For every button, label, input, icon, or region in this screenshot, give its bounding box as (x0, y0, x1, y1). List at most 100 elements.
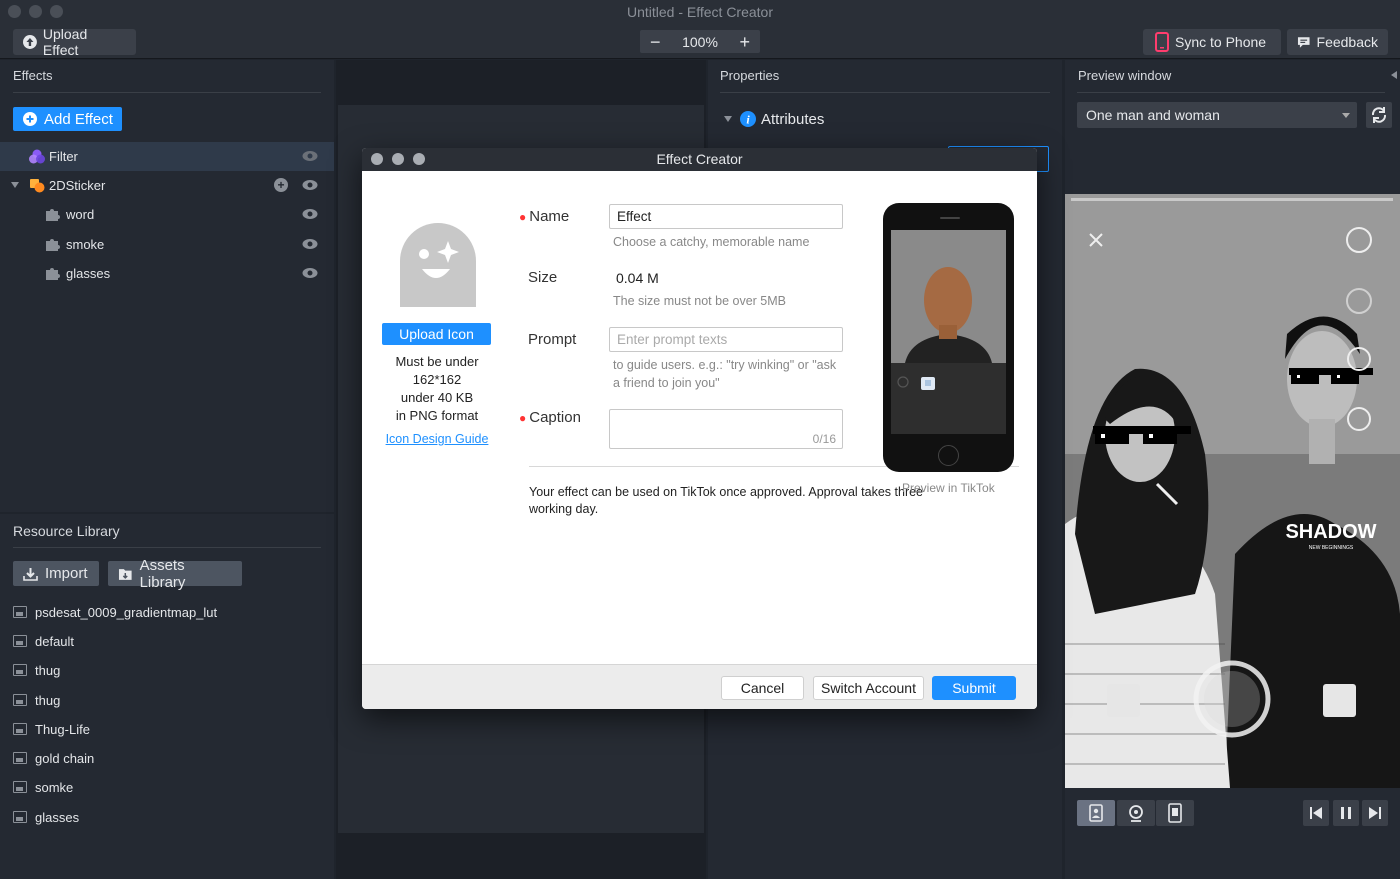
icon-requirement-line: Must be under (395, 354, 479, 369)
effect-item-filter[interactable]: Filter (0, 142, 334, 171)
pause-button[interactable] (1333, 800, 1359, 826)
eye-icon[interactable] (302, 208, 318, 220)
prompt-field[interactable]: Enter prompt texts (609, 327, 843, 352)
previous-frame-button[interactable] (1303, 800, 1329, 826)
resource-item-label: default (35, 633, 75, 649)
camera-mode-button[interactable] (1117, 800, 1155, 826)
approval-note-line: working day. (529, 502, 599, 516)
resource-item[interactable]: somke (13, 777, 73, 797)
dialog-minimize-button[interactable] (392, 153, 404, 165)
preview-model-value: One man and woman (1086, 107, 1220, 123)
refresh-button[interactable] (1366, 102, 1392, 128)
image-icon (13, 606, 27, 618)
image-sequence-icon (13, 781, 27, 793)
effect-icon-placeholder (400, 223, 476, 307)
prompt-hint: to guide users. e.g.: "try winking" or "… (613, 356, 836, 392)
add-effect-button[interactable]: Add Effect (13, 107, 122, 131)
device-mode-button[interactable] (1156, 800, 1194, 826)
divider (13, 547, 321, 548)
dialog-footer: Cancel Switch Account Submit (362, 664, 1037, 709)
expand-arrow-icon[interactable] (11, 182, 19, 188)
skip-forward-icon (1369, 807, 1381, 819)
preview-scene: SHADOW NEW BEGINNINGS (1065, 194, 1400, 788)
phone-screen (891, 230, 1006, 434)
caption-label-text: Caption (529, 409, 581, 426)
resource-library-panel: Resource Library Import Assets Library p… (0, 514, 334, 879)
approval-note: Your effect can be used on TikTok once a… (529, 484, 923, 518)
name-field[interactable]: Effect (609, 204, 843, 229)
folder-icon (118, 568, 132, 580)
dialog-maximize-button[interactable] (413, 153, 425, 165)
submit-button[interactable]: Submit (932, 676, 1016, 700)
resource-item-label: psdesat_0009_gradientmap_lut (35, 604, 218, 620)
size-value: 0.04 M (616, 270, 659, 286)
portrait-mode-button[interactable] (1077, 800, 1115, 826)
resource-item[interactable]: thug (13, 690, 60, 710)
effect-item-label: Filter (49, 149, 78, 164)
icon-design-guide-link[interactable]: Icon Design Guide (372, 432, 502, 446)
collapse-panel-icon[interactable] (1391, 71, 1397, 79)
feedback-icon (1297, 36, 1310, 48)
resource-item[interactable]: psdesat_0009_gradientmap_lut (13, 602, 217, 622)
sync-to-phone-button[interactable]: Sync to Phone (1143, 29, 1281, 55)
icon-requirement-line: under 40 KB (400, 390, 474, 405)
resource-item[interactable]: gold chain (13, 748, 94, 768)
name-hint: Choose a catchy, memorable name (613, 235, 810, 249)
eye-icon[interactable] (302, 238, 318, 250)
resource-item[interactable]: default (13, 631, 74, 651)
feedback-button[interactable]: Feedback (1287, 29, 1388, 55)
resource-item-label: Thug-Life (35, 721, 90, 737)
divider (13, 92, 321, 93)
image-sequence-icon (13, 664, 27, 676)
resource-item-label: glasses (35, 809, 80, 825)
import-button[interactable]: Import (13, 561, 99, 586)
eye-icon[interactable] (302, 179, 318, 191)
puzzle-icon (46, 209, 60, 221)
add-child-icon[interactable]: + (274, 178, 288, 192)
resource-item[interactable]: Thug-Life (13, 719, 90, 739)
import-icon (23, 567, 38, 581)
preview-model-select[interactable]: One man and woman (1077, 102, 1357, 128)
upload-icon-button[interactable]: Upload Icon (382, 323, 491, 345)
title-bar: Untitled - Effect Creator Upload Effect … (0, 0, 1400, 59)
effect-item-glasses[interactable]: glasses (0, 259, 334, 288)
required-marker: ● (519, 210, 527, 224)
shirt-text: SHADOW (1285, 521, 1376, 543)
pause-icon (1341, 807, 1351, 819)
resource-item[interactable]: thug (13, 660, 60, 680)
resource-library-title: Resource Library (13, 523, 120, 539)
zoom-value: 100% (682, 33, 718, 50)
eye-icon[interactable] (302, 150, 318, 162)
skip-back-icon (1310, 807, 1322, 819)
resource-item-label: thug (35, 662, 61, 678)
name-label: ● Name (519, 208, 569, 225)
effect-item-label: word (66, 207, 95, 222)
upload-effect-button[interactable]: Upload Effect (13, 26, 136, 58)
shirt-subtext: NEW BEGINNINGS (1309, 545, 1354, 551)
dialog-close-button[interactable] (371, 153, 383, 165)
collapse-arrow-icon[interactable] (724, 116, 732, 122)
assets-library-button[interactable]: Assets Library (108, 557, 242, 591)
preview-caption: Preview in TikTok (902, 481, 995, 495)
effect-item-label: smoke (66, 237, 105, 252)
resource-item[interactable]: glasses (13, 807, 79, 827)
zoom-out-button[interactable]: − (650, 33, 661, 51)
icon-requirement-line: in PNG format (395, 408, 479, 423)
effect-item-word[interactable]: word (0, 200, 334, 229)
approval-note-line: Your effect can be used on TikTok once a… (529, 485, 924, 499)
zoom-in-button[interactable]: + (739, 33, 750, 51)
cancel-button[interactable]: Cancel (721, 676, 804, 700)
prompt-hint-line: a friend to join you" (613, 376, 720, 390)
puzzle-icon (46, 239, 60, 251)
caption-field[interactable]: 0/16 (609, 409, 843, 449)
preview-panel: Preview window One man and woman SHADOW … (1065, 60, 1400, 879)
switch-account-button[interactable]: Switch Account (813, 676, 924, 700)
prompt-hint-line: to guide users. e.g.: "try winking" or "… (613, 358, 837, 372)
effects-panel: Effects Add Effect Filter 2DSticker + wo… (0, 60, 334, 512)
zoom-control: − 100% + (640, 30, 760, 53)
next-frame-button[interactable] (1362, 800, 1388, 826)
effect-item-2dsticker[interactable]: 2DSticker + (0, 171, 334, 200)
effect-item-smoke[interactable]: smoke (0, 230, 334, 259)
eye-icon[interactable] (302, 267, 318, 279)
caption-label: ● Caption (519, 409, 581, 426)
